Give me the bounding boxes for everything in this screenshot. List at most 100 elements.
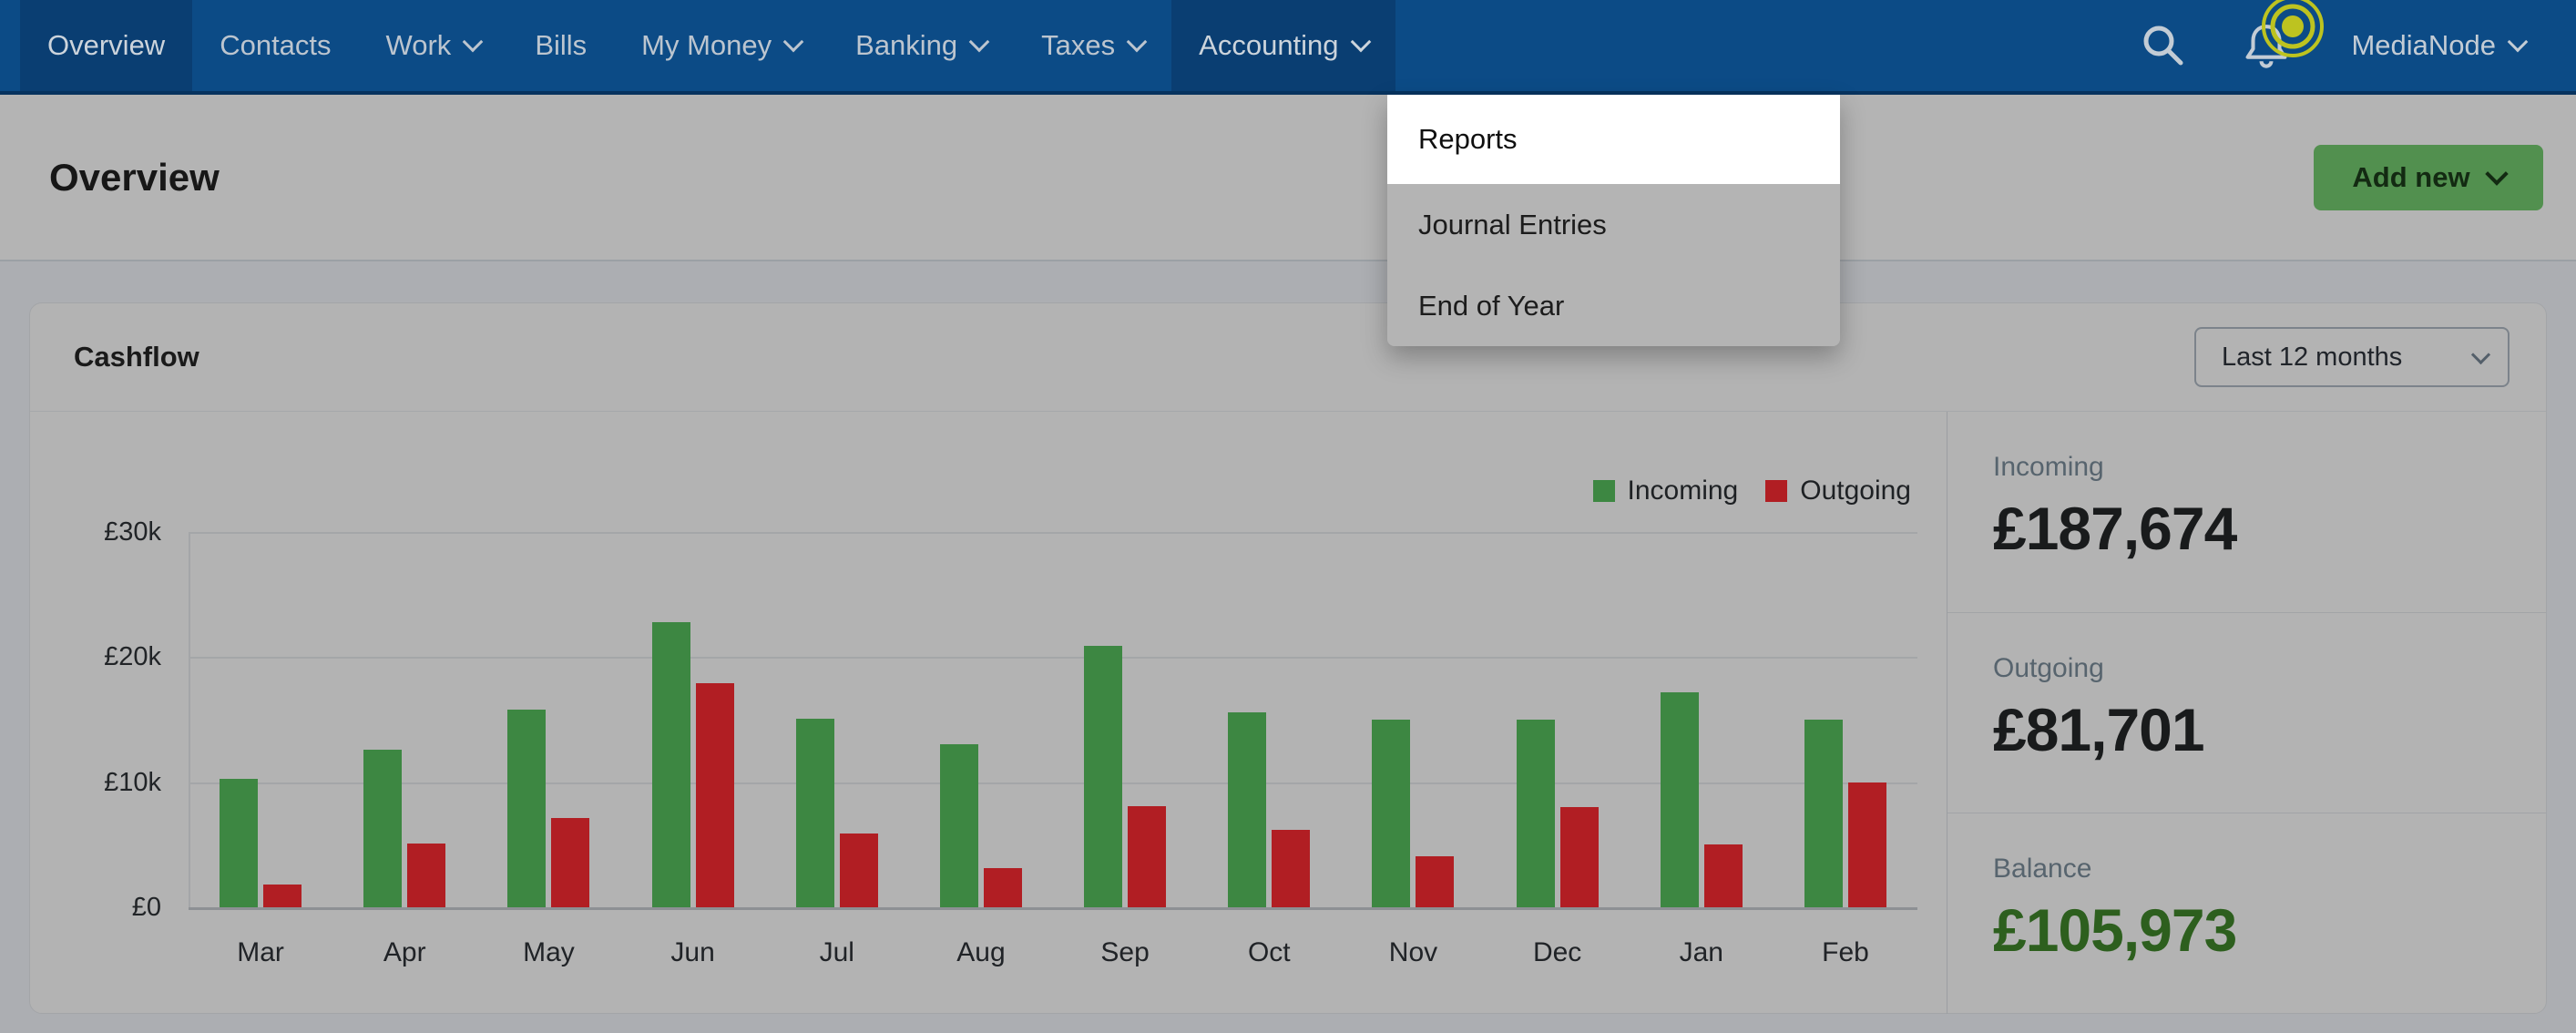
outgoing-bar <box>1416 856 1454 907</box>
summary-balance: Balance £105,973 <box>1947 813 2546 1014</box>
legend-outgoing: Outgoing <box>1765 476 1911 506</box>
nav-item-label: Work <box>386 29 452 62</box>
summary-panel: Incoming£187,674Outgoing£81,701Balance£1… <box>1947 412 2546 1014</box>
summary-value: £187,674 <box>1993 492 2546 565</box>
nav-item-work[interactable]: Work <box>359 0 508 91</box>
cashflow-card: Cashflow Last 12 months Incoming Outgoing… <box>29 302 2547 1014</box>
incoming-bar <box>940 744 978 907</box>
bar-group-jan <box>1630 532 1774 907</box>
x-tick-label: Mar <box>189 933 332 973</box>
chevron-down-icon <box>1350 32 1371 53</box>
incoming-bar <box>652 622 690 907</box>
nav-item-label: Accounting <box>1199 29 1338 62</box>
page-title: Overview <box>49 156 220 199</box>
bar-groups <box>189 532 1917 907</box>
bar-group-feb <box>1774 532 1917 907</box>
nav-item-bills[interactable]: Bills <box>507 0 614 91</box>
incoming-bar <box>1804 720 1843 907</box>
legend-incoming: Incoming <box>1593 476 1739 506</box>
bar-group-jul <box>765 532 909 907</box>
nav-item-my-money[interactable]: My Money <box>614 0 828 91</box>
bar-group-dec <box>1486 532 1630 907</box>
y-tick-label: £0 <box>57 890 161 925</box>
legend-swatch <box>1593 480 1615 502</box>
nav-item-taxes[interactable]: Taxes <box>1014 0 1171 91</box>
nav-item-accounting[interactable]: Accounting <box>1171 0 1395 91</box>
accounting-dropdown-menu: ReportsJournal EntriesEnd of Year <box>1387 95 1840 346</box>
outgoing-bar <box>696 683 734 907</box>
nav-item-label: Bills <box>535 29 587 62</box>
y-tick-label: £20k <box>57 639 161 674</box>
cashflow-card-header: Cashflow Last 12 months <box>30 303 2546 412</box>
nav-item-label: Banking <box>855 29 957 62</box>
search-icon[interactable] <box>2140 22 2187 69</box>
gridline <box>189 907 1917 910</box>
outgoing-bar <box>1128 806 1166 907</box>
x-axis-labels: MarAprMayJunJulAugSepOctNovDecJanFeb <box>189 933 1917 973</box>
chevron-down-icon <box>969 32 990 53</box>
add-new-button[interactable]: Add new <box>2314 145 2543 210</box>
incoming-bar <box>1372 720 1410 907</box>
summary-value: £81,701 <box>1993 693 2546 766</box>
outgoing-bar <box>1560 807 1599 907</box>
x-tick-label: Dec <box>1486 933 1630 973</box>
x-tick-label: Jan <box>1630 933 1774 973</box>
cashflow-card-body: Incoming Outgoing £30k £20k £10k £0 MarAprMa… <box>30 412 2546 1014</box>
outgoing-bar <box>1704 844 1743 907</box>
chart-legend: Incoming Outgoing <box>1593 476 1912 506</box>
summary-label: Incoming <box>1993 450 2546 485</box>
nav-item-label: Contacts <box>220 29 331 62</box>
add-new-label: Add new <box>2352 161 2469 194</box>
incoming-bar <box>1228 712 1266 907</box>
bar-group-may <box>476 532 620 907</box>
nav-item-banking[interactable]: Banking <box>828 0 1014 91</box>
outgoing-bar <box>984 868 1022 907</box>
bar-group-sep <box>1053 532 1197 907</box>
menu-item-reports[interactable]: Reports <box>1387 95 1840 184</box>
account-name: MediaNode <box>2351 29 2496 62</box>
chevron-down-icon <box>1127 32 1148 53</box>
incoming-bar <box>1517 720 1555 907</box>
nav-item-contacts[interactable]: Contacts <box>192 0 358 91</box>
incoming-bar <box>507 710 546 907</box>
bar-group-jun <box>621 532 765 907</box>
notifications-bell-icon[interactable] <box>2240 19 2293 72</box>
nav-item-overview[interactable]: Overview <box>20 0 192 91</box>
account-menu-button[interactable]: MediaNode <box>2351 29 2525 62</box>
bar-group-nov <box>1341 532 1485 907</box>
chevron-down-icon <box>463 32 484 53</box>
y-tick-label: £10k <box>57 765 161 800</box>
summary-incoming: Incoming £187,674 <box>1947 412 2546 612</box>
date-range-select[interactable]: Last 12 months <box>2194 327 2510 387</box>
menu-item-end-of-year[interactable]: End of Year <box>1387 265 1840 346</box>
x-tick-label: Apr <box>332 933 476 973</box>
chevron-down-icon <box>783 32 804 53</box>
incoming-bar <box>796 719 834 907</box>
nav-items: Overview Contacts Work Bills My Money Banking… <box>20 0 1395 91</box>
y-tick-label: £30k <box>57 515 161 549</box>
top-nav-bar: Overview Contacts Work Bills My Money Banking… <box>0 0 2576 95</box>
outgoing-bar <box>840 834 878 907</box>
legend-swatch <box>1765 480 1787 502</box>
nav-item-label: Overview <box>47 29 165 62</box>
card-title: Cashflow <box>74 341 199 373</box>
x-tick-label: Oct <box>1197 933 1341 973</box>
x-tick-label: Feb <box>1774 933 1917 973</box>
cashflow-bar-chart: Incoming Outgoing £30k £20k £10k £0 MarAprMa… <box>30 412 1947 1014</box>
date-range-value: Last 12 months <box>2222 343 2402 373</box>
chevron-down-icon <box>2471 344 2490 363</box>
x-tick-label: Nov <box>1341 933 1485 973</box>
nav-item-label: Taxes <box>1041 29 1115 62</box>
legend-label: Incoming <box>1628 476 1739 506</box>
menu-item-journal-entries[interactable]: Journal Entries <box>1387 184 1840 265</box>
summary-value: £105,973 <box>1993 894 2546 967</box>
legend-label: Outgoing <box>1800 476 1911 506</box>
outgoing-bar <box>407 844 445 907</box>
summary-label: Balance <box>1993 852 2546 886</box>
x-tick-label: Aug <box>909 933 1053 973</box>
page-header: Overview Add new <box>0 95 2576 261</box>
bar-group-aug <box>909 532 1053 907</box>
x-tick-label: Jun <box>621 933 765 973</box>
incoming-bar <box>363 750 402 907</box>
incoming-bar <box>1084 646 1122 907</box>
